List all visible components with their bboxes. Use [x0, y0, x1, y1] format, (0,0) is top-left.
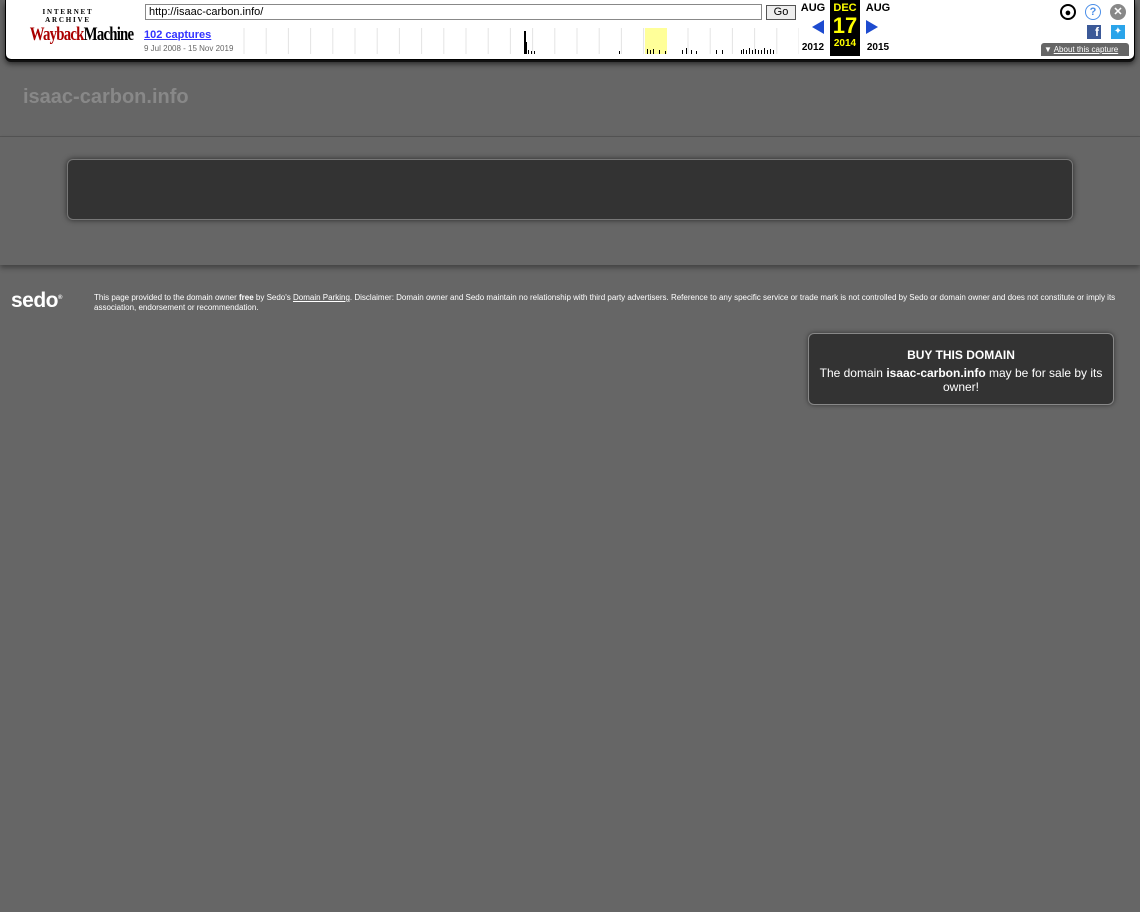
sparkline-bar — [691, 50, 692, 54]
about-capture-button[interactable]: ▼ About this capture — [1041, 43, 1129, 56]
sparkline-bar — [767, 50, 768, 54]
sparkline-grid — [243, 28, 799, 54]
sparkline-bar — [528, 50, 529, 54]
wayback-toolbar: INTERNET ARCHIVE WaybackMachine http://i… — [5, 0, 1135, 60]
help-icon[interactable]: ? — [1085, 4, 1101, 20]
sparkline-bar — [696, 51, 697, 54]
sparkline-bar — [755, 49, 756, 54]
sparkline-bar — [665, 51, 666, 54]
go-button[interactable]: Go — [766, 5, 796, 20]
disclaimer-mid: by Sedo's — [253, 293, 293, 302]
current-capture-date: DEC 17 2014 — [830, 0, 860, 56]
sparkline-bar — [531, 51, 532, 54]
twitter-icon[interactable]: ✦ — [1111, 25, 1125, 39]
captures-range: 9 Jul 2008 - 15 Nov 2019 — [144, 44, 234, 53]
logo-top-text: INTERNET ARCHIVE — [42, 8, 94, 24]
sparkline-bar — [741, 50, 742, 54]
user-icon[interactable]: ● — [1060, 4, 1076, 20]
sparkline-bar — [761, 50, 762, 54]
sparkline-bar — [770, 49, 771, 54]
about-capture-label: About this capture — [1053, 45, 1119, 54]
disclaimer-text: This page provided to the domain owner f… — [94, 293, 1119, 313]
sparkline-bar — [743, 49, 744, 54]
current-year: 2014 — [833, 38, 857, 49]
prev-month[interactable]: AUG — [799, 2, 827, 14]
sparkline-bar — [764, 48, 765, 54]
sparkline-bar — [686, 48, 687, 54]
captures-link[interactable]: 102 captures — [144, 29, 211, 41]
sparkline-bar — [650, 50, 651, 54]
buy-text-pre: The domain — [819, 366, 887, 380]
wayback-logo[interactable]: INTERNET ARCHIVE WaybackMachine — [19, 8, 134, 46]
sedo-logo-text: sedo — [11, 289, 59, 312]
sparkline-bar — [534, 51, 535, 54]
current-month: DEC — [833, 2, 857, 14]
site-title: isaac-carbon.info — [23, 86, 189, 108]
sparkline-bar — [526, 42, 527, 54]
capture-sparkline[interactable] — [239, 28, 799, 54]
sparkline-bar — [647, 49, 648, 54]
sparkline-bar — [773, 50, 774, 54]
buy-text-domain: isaac-carbon.info — [886, 366, 986, 380]
logo-main-text: WaybackMachine — [29, 24, 134, 46]
sparkline-bar — [746, 50, 747, 54]
sedo-logo[interactable]: sedo® — [11, 289, 62, 313]
prev-year[interactable]: 2012 — [799, 42, 827, 53]
logo-main-a: Wayback — [29, 24, 85, 45]
ad-container — [67, 159, 1073, 220]
buy-domain-box[interactable]: BUY THIS DOMAIN The domain isaac-carbon.… — [808, 333, 1114, 405]
next-year[interactable]: 2015 — [864, 42, 892, 53]
url-input[interactable]: http://isaac-carbon.info/ — [145, 4, 762, 20]
sparkline-bar — [722, 50, 723, 54]
next-month[interactable]: AUG — [864, 2, 892, 14]
content-band — [0, 137, 1140, 265]
prev-capture-arrow-icon[interactable] — [812, 20, 824, 34]
disclaimer-bold: free — [238, 293, 254, 302]
sparkline-bar — [749, 48, 750, 54]
next-capture-arrow-icon[interactable] — [866, 20, 878, 34]
disclaimer-pre: This page provided to the domain owner — [94, 293, 239, 302]
close-icon[interactable]: ✕ — [1110, 4, 1126, 20]
sparkline-bar — [653, 49, 654, 54]
sparkline-bar — [682, 50, 683, 54]
domain-parking-link[interactable]: Domain Parking — [293, 293, 350, 302]
facebook-icon[interactable]: f — [1087, 25, 1101, 39]
logo-main-b: Machine — [83, 24, 134, 45]
sparkline-bar — [524, 31, 526, 54]
current-day: 17 — [832, 13, 858, 38]
sparkline-bar — [659, 50, 660, 54]
sparkline-bar — [758, 50, 759, 54]
sparkline-bar — [752, 50, 753, 54]
sparkline-current-year-highlight — [645, 28, 667, 54]
page-header: isaac-carbon.info — [0, 60, 1140, 137]
sparkline-bar — [716, 50, 717, 54]
sparkline-bar — [619, 51, 620, 54]
buy-domain-title[interactable]: BUY THIS DOMAIN — [809, 348, 1113, 362]
buy-domain-text: The domain isaac-carbon.info may be for … — [819, 366, 1103, 394]
